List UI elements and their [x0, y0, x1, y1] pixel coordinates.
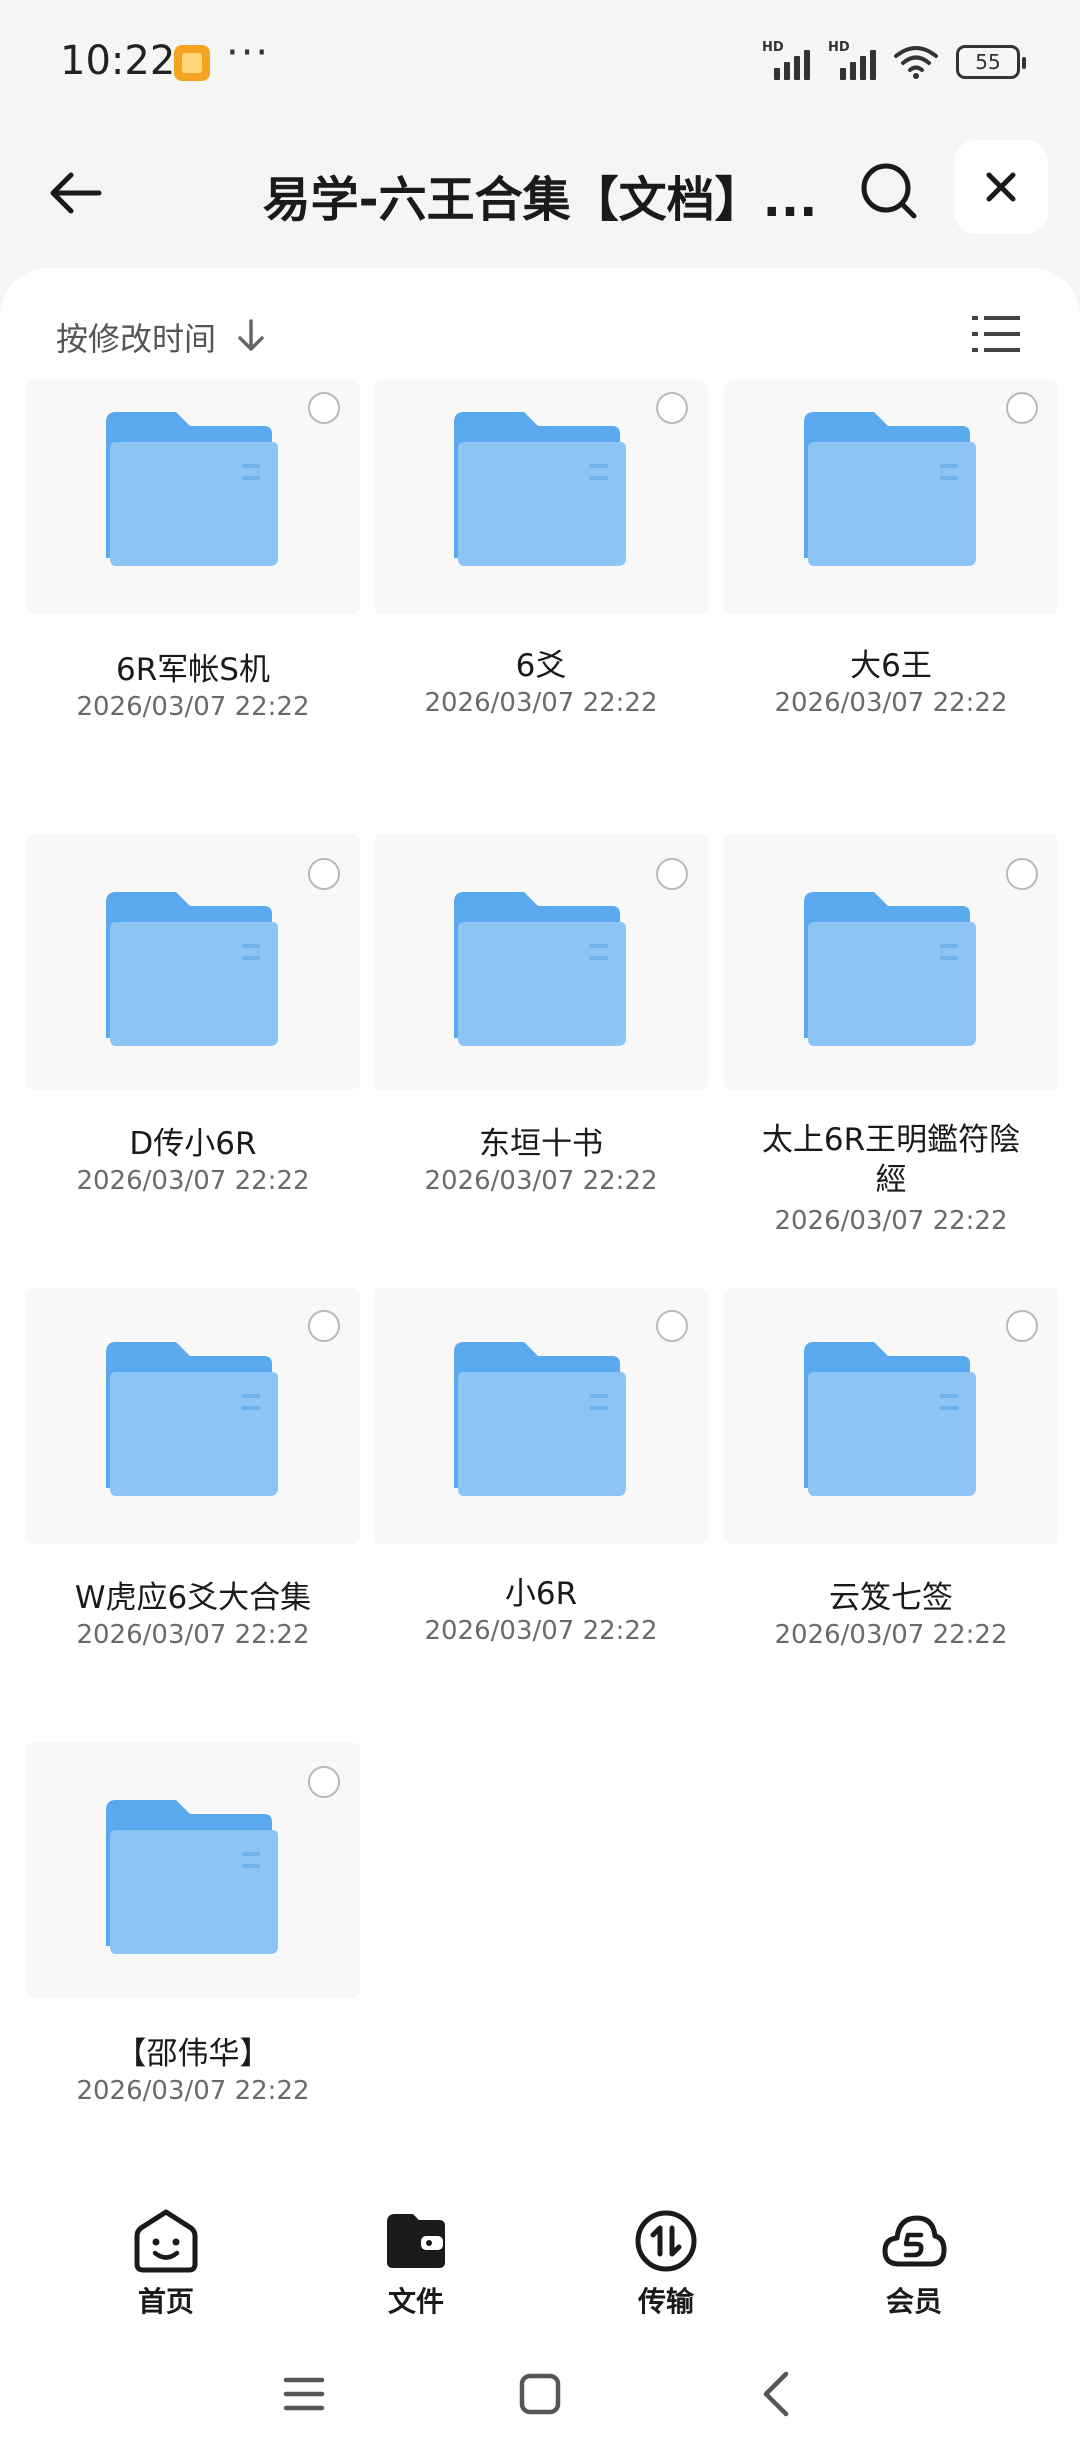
- smile-home-icon: [134, 2209, 198, 2273]
- file-date: 2026/03/07 22:22: [76, 1166, 310, 1196]
- file-date: 2026/03/07 22:22: [424, 688, 658, 718]
- status-indicators: HD HD 55: [762, 40, 1026, 82]
- file-name: W虎应6爻大合集: [74, 1580, 312, 1616]
- file-date: 2026/03/07 22:22: [76, 1620, 310, 1650]
- folder-icon: [804, 412, 976, 566]
- file-date: 2026/03/07 22:22: [76, 692, 310, 722]
- square-icon: [519, 2373, 561, 2415]
- folder-thumbnail: [374, 834, 708, 1090]
- nav-home[interactable]: 首页: [96, 2208, 236, 2328]
- page-title: 易学-六王合集【文档】...: [262, 172, 818, 228]
- folder-icon: [106, 892, 278, 1046]
- sort-bar: 按修改时间: [0, 268, 1080, 392]
- select-checkbox[interactable]: [656, 1310, 688, 1342]
- folder-thumbnail: [26, 834, 360, 1090]
- nav-label: 首页: [137, 2285, 194, 2318]
- nav-label: 传输: [637, 2285, 694, 2318]
- nav-files[interactable]: 文件: [346, 2208, 486, 2328]
- folder-icon: [106, 1342, 278, 1496]
- search-button[interactable]: [852, 154, 926, 228]
- file-panel: 按修改时间 6R军帐S机 2026/03/07 22:22 6爻 2026/03…: [0, 268, 1080, 2460]
- close-button[interactable]: [954, 140, 1048, 234]
- back-nav-button[interactable]: [746, 2364, 806, 2424]
- file-name: 大6王: [850, 648, 932, 684]
- folder-icon: [454, 412, 626, 566]
- header: 易学-六王合集【文档】...: [0, 130, 1080, 250]
- nav-transfer[interactable]: 传输: [596, 2208, 736, 2328]
- sort-button[interactable]: 按修改时间: [56, 314, 216, 360]
- close-icon: [986, 172, 1016, 202]
- signal-icon: HD: [828, 40, 876, 80]
- select-checkbox[interactable]: [308, 392, 340, 424]
- select-checkbox[interactable]: [308, 858, 340, 890]
- folder-thumbnail: [26, 1288, 360, 1544]
- file-name: 6R军帐S机: [116, 652, 270, 688]
- nav-label: 会员: [885, 2285, 942, 2318]
- system-nav-bar: [0, 2340, 1080, 2460]
- nav-label: 文件: [387, 2285, 444, 2318]
- folder-thumbnail: [374, 1288, 708, 1544]
- file-name: D传小6R: [129, 1126, 257, 1162]
- file-date: 2026/03/07 22:22: [774, 688, 1008, 718]
- folder-thumbnail: [26, 1742, 360, 1998]
- select-checkbox[interactable]: [1006, 392, 1038, 424]
- select-checkbox[interactable]: [1006, 858, 1038, 890]
- folder-thumbnail: [26, 380, 360, 614]
- status-time: 10:22: [60, 38, 176, 84]
- folder-icon: [106, 1800, 278, 1954]
- file-name-line2: 經: [875, 1162, 907, 1198]
- folder-thumbnail: [374, 380, 708, 614]
- file-name: 【邵伟华】: [115, 2036, 271, 2072]
- transfer-icon: [635, 2210, 697, 2272]
- file-date: 2026/03/07 22:22: [424, 1616, 658, 1646]
- file-date: 2026/03/07 22:22: [774, 1620, 1008, 1650]
- chevron-left-icon: [763, 2371, 789, 2417]
- recent-apps-button[interactable]: [274, 2364, 334, 2424]
- list-view-icon[interactable]: [972, 312, 1020, 356]
- file-name: 东垣十书: [479, 1126, 603, 1162]
- folder-thumbnail: [724, 834, 1058, 1090]
- folder-thumbnail: [724, 1288, 1058, 1544]
- arrow-down-icon[interactable]: [236, 318, 266, 352]
- folder-icon: [454, 892, 626, 1046]
- back-button[interactable]: [40, 158, 110, 228]
- bottom-nav: 首页 文件 传输 会员: [0, 2190, 1080, 2340]
- select-checkbox[interactable]: [308, 1766, 340, 1798]
- select-checkbox[interactable]: [308, 1310, 340, 1342]
- notification-icon: [174, 45, 210, 81]
- nav-member[interactable]: 会员: [844, 2208, 984, 2328]
- file-date: 2026/03/07 22:22: [76, 2076, 310, 2106]
- cloud-member-icon: [882, 2215, 947, 2267]
- folder-icon: [804, 1342, 976, 1496]
- file-name: 6爻: [515, 648, 567, 684]
- home-button[interactable]: [510, 2364, 570, 2424]
- wifi-icon: [894, 46, 938, 79]
- file-name: 小6R: [504, 1576, 578, 1612]
- file-date: 2026/03/07 22:22: [424, 1166, 658, 1196]
- more-notifications-icon: ···: [226, 30, 271, 76]
- folder-icon: [106, 412, 278, 566]
- folder-icon: [804, 892, 976, 1046]
- file-date: 2026/03/07 22:22: [774, 1206, 1008, 1236]
- search-icon: [861, 163, 917, 219]
- back-arrow-icon: [50, 172, 102, 214]
- select-checkbox[interactable]: [656, 858, 688, 890]
- signal-icon: HD: [762, 40, 810, 80]
- select-checkbox[interactable]: [656, 392, 688, 424]
- folder-wallet-icon: [387, 2214, 445, 2268]
- select-checkbox[interactable]: [1006, 1310, 1038, 1342]
- folder-icon: [454, 1342, 626, 1496]
- file-name: 云笈七签: [829, 1580, 953, 1616]
- menu-icon: [283, 2377, 325, 2411]
- folder-thumbnail: [724, 380, 1058, 614]
- status-bar: 10:22 ··· HD HD 55: [0, 0, 1080, 128]
- battery-icon: 55: [956, 45, 1026, 79]
- file-name-line1: 太上6R王明鑑符陰: [761, 1122, 1021, 1158]
